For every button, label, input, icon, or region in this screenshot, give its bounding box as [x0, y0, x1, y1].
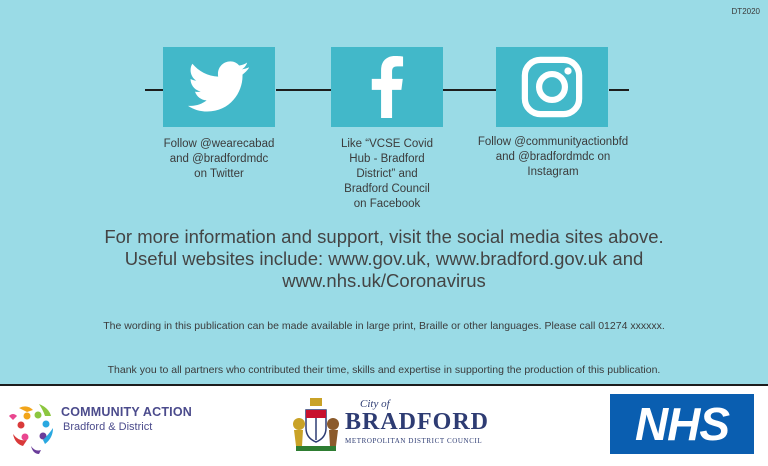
twitter-icon	[188, 61, 249, 112]
bradford-crest-icon	[293, 398, 339, 451]
instagram-icon	[521, 56, 583, 118]
facebook-icon	[371, 56, 404, 118]
instagram-link[interactable]	[496, 47, 608, 127]
leaflet-back-page: DT2020 Follow @wearecabad and @bradfordm…	[0, 0, 768, 466]
footer-divider	[0, 384, 768, 386]
instagram-caption: Follow @communityactionbfd and @bradford…	[477, 136, 629, 178]
nhs-logo: NHS	[610, 394, 754, 454]
more-info-text: For more information and support, visit …	[104, 226, 664, 291]
document-code: DT2020	[731, 7, 760, 16]
community-action-name: COMMUNITY ACTION	[61, 405, 192, 419]
facebook-caption: Like “VCSE Covid Hub - Bradford District…	[340, 138, 434, 210]
connector-line	[145, 89, 163, 91]
twitter-link[interactable]	[163, 47, 275, 127]
connector-line	[276, 89, 331, 91]
twitter-caption: Follow @wearecabad and @bradfordmdc on T…	[163, 138, 275, 180]
community-action-logo-icon	[9, 404, 53, 454]
nhs-logo-text: NHS	[634, 398, 730, 450]
accessibility-note: The wording in this publication can be m…	[103, 320, 665, 332]
connector-line	[609, 89, 629, 91]
connector-line	[443, 89, 496, 91]
info-panel: DT2020 Follow @wearecabad and @bradfordm…	[0, 0, 768, 384]
thanks-note: Thank you to all partners who contribute…	[107, 364, 661, 376]
community-action-area: Bradford & District	[63, 421, 153, 433]
bradford-name: BRADFORD	[345, 409, 489, 435]
bradford-council-subtitle: METROPOLITAN DISTRICT COUNCIL	[345, 437, 483, 445]
facebook-link[interactable]	[331, 47, 443, 127]
